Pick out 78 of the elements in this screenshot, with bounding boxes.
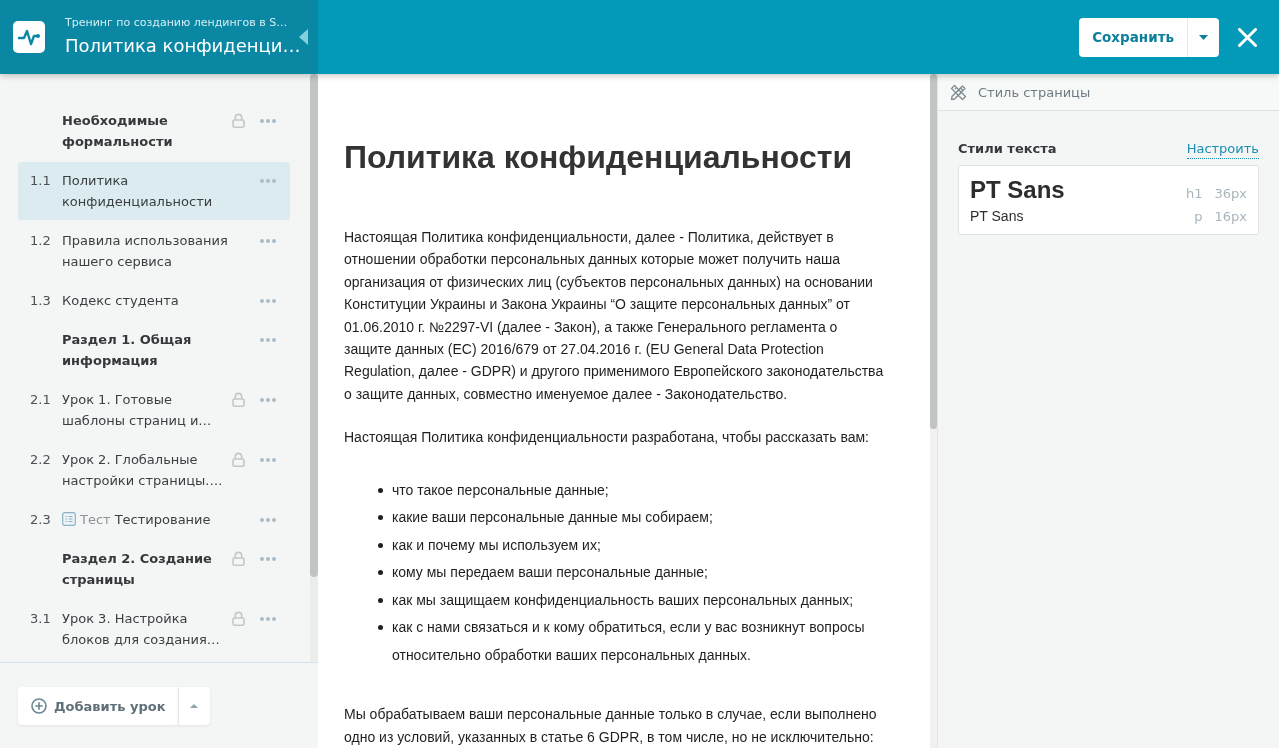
lesson-item[interactable]: 1.3 Кодекс студента [18, 282, 290, 319]
lesson-item[interactable]: 1.2 Правила использования нашего сервиса [18, 222, 290, 280]
bullet-icon [378, 515, 383, 521]
more-dots-icon[interactable] [260, 179, 276, 183]
scrollbar-thumb[interactable] [930, 74, 937, 429]
lesson-item[interactable]: 2.3 Тест Тестирование [18, 501, 290, 538]
lesson-title: Раздел 1. Общая информация [62, 332, 192, 368]
lesson-title: Необходимые формальности [62, 113, 173, 149]
lesson-item[interactable]: 1.1 Политика конфиденциальности [18, 162, 290, 220]
more-dots-icon[interactable] [260, 617, 276, 621]
list-item: как мы защищаем конфиденциальность ваших персональных данных; [392, 590, 855, 610]
more-dots-icon[interactable] [260, 518, 276, 522]
list-item: как и почему мы используем их; [392, 535, 602, 555]
heading-font-name: PT Sans [970, 175, 1066, 205]
more-dots-icon[interactable] [260, 557, 276, 561]
bullet-icon [378, 487, 383, 493]
customize-link[interactable]: Настроить [1186, 140, 1259, 159]
lesson-item[interactable]: Раздел 2. Создание страницы [18, 540, 290, 598]
panel-title: Стиль страницы [978, 84, 1091, 100]
list-item: что такое персональные данные; [392, 480, 610, 500]
style-tag: h1 [1186, 186, 1203, 201]
lesson-item[interactable]: 3.1 Урок 3. Настройка блоков для создания… [18, 600, 290, 658]
lesson-number: 1.2 [30, 233, 51, 248]
style-size: 16px [1214, 209, 1247, 224]
lesson-number: 2.2 [30, 452, 51, 467]
pencil-ruler-icon [950, 83, 967, 101]
more-dots-icon[interactable] [260, 398, 276, 402]
pulse-logo-icon [13, 21, 45, 53]
lesson-title: Тестирование [114, 512, 211, 527]
lesson-number: 3.1 [30, 611, 51, 626]
close-icon[interactable] [1238, 27, 1257, 47]
more-dots-icon[interactable] [260, 119, 276, 123]
lesson-title: Урок 2. Глобальные настройки страницы.… [62, 452, 223, 488]
style-tag: p [1194, 209, 1203, 224]
lesson-number: 2.1 [30, 392, 51, 407]
style-size: 36px [1214, 186, 1247, 201]
lesson-number: 2.3 [30, 512, 51, 527]
add-options-button[interactable] [177, 687, 210, 725]
paragraph: Мы обрабатываем ваши персональные данные только в случае, если выполнено одно из условий, указанных в статье 6 GDPR, в том числе, но не исключительно: [344, 705, 878, 747]
more-dots-icon[interactable] [260, 338, 276, 342]
lesson-title: Правила использования нашего сервиса [62, 233, 228, 269]
lesson-number: 1.1 [30, 173, 51, 188]
more-dots-icon[interactable] [260, 239, 276, 243]
lesson-item[interactable]: Необходимые формальности [18, 102, 290, 160]
add-lesson-button[interactable]: Добавить урок [18, 687, 178, 725]
lesson-title: Кодекс студента [62, 293, 179, 308]
text-styles-card[interactable]: PT Sans h1 36px PT Sans p 16px [958, 165, 1259, 235]
paragraph: Настоящая Политика конфиденциальности, далее - Политика, действует в отношении обработки персональных данных которые может получить наша организация от физических лиц (субъектов персональных данных) на основании Конституции Украины и Закона Украины “О защите персональных данных” от 01.06.2010 г. №2297-VI (далее - Закон), а также Генерального регламента о защите данных (ЕС) 2016/679 от 27.04.2016 г. (EU General Data Protection Regulation, далее - GDPR) и другого применимого Европейского законодательства о защите данных, совместно именуемое далее - Законодательство. [344, 228, 885, 404]
caret-up-icon [190, 704, 198, 708]
lesson-item[interactable]: 2.1 Урок 1. Готовые шаблоны страниц и… [18, 381, 290, 439]
paragraph: Настоящая Политика конфиденциальности разработана, чтобы рассказать вам: [344, 428, 870, 448]
test-type-label: Тест [80, 512, 111, 527]
bullet-icon [378, 625, 383, 631]
checklist-icon [62, 512, 76, 526]
caret-down-icon [1199, 34, 1208, 40]
lesson-title: Урок 1. Готовые шаблоны страниц и… [62, 392, 212, 428]
list-item: какие ваши персональные данные мы собираем; [392, 508, 714, 528]
body-font-name: PT Sans [970, 207, 1025, 226]
bullet-icon [378, 542, 383, 548]
lesson-item[interactable]: 2.2 Урок 2. Глобальные настройки страницы.… [18, 441, 290, 499]
more-dots-icon[interactable] [260, 458, 276, 462]
lesson-title: Урок 3. Настройка блоков для создания… [62, 611, 220, 647]
list-item: как с нами связаться и к кому обратиться, если у вас возникнут вопросы относительно обработки ваших персональных данных. [392, 618, 866, 665]
course-title: Тренинг по созданию лендингов в S… [65, 16, 289, 30]
bullet-icon [378, 570, 383, 576]
more-dots-icon[interactable] [260, 299, 276, 303]
lesson-title: Политика конфиденциальности [62, 173, 213, 209]
collapse-arrow-icon[interactable] [299, 29, 308, 45]
plus-circle-icon [31, 698, 47, 714]
bullet-icon [378, 597, 383, 603]
save-button[interactable]: Сохранить [1079, 17, 1187, 57]
list-item: кому мы передаем ваши персональные данные; [392, 563, 709, 583]
save-options-button[interactable] [1187, 17, 1219, 57]
document-title: Политика конфиденциальности [344, 138, 854, 176]
lesson-number: 1.3 [30, 293, 51, 308]
section-title: Стили текста [958, 141, 1057, 156]
lesson-title: Раздел 2. Создание страницы [62, 551, 212, 587]
lesson-item[interactable]: Раздел 1. Общая информация [18, 321, 290, 379]
